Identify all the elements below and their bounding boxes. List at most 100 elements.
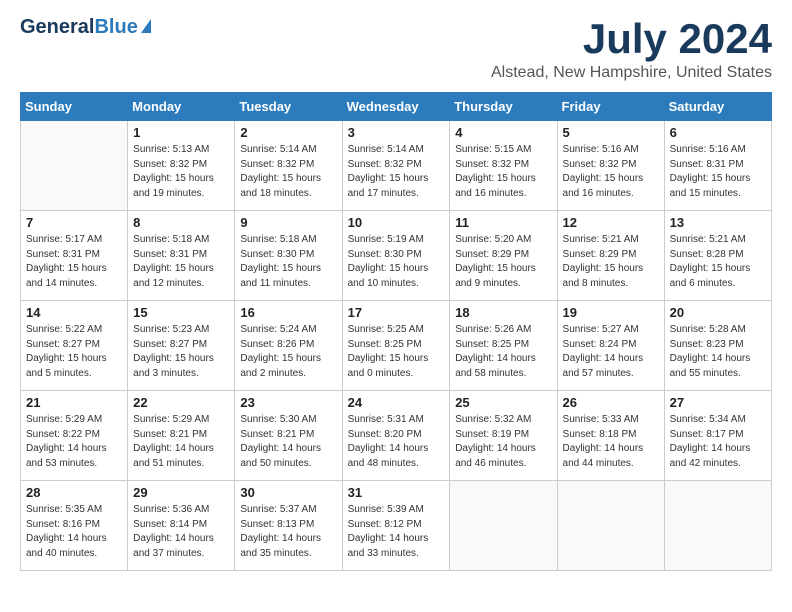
calendar-cell: 29Sunrise: 5:36 AM Sunset: 8:14 PM Dayli… — [128, 481, 235, 571]
day-info: Sunrise: 5:33 AM Sunset: 8:18 PM Dayligh… — [563, 413, 659, 471]
calendar-cell: 19 Sunrise: 5:27 AM Sunset: 8:24 PM Dayli… — [557, 301, 664, 391]
calendar-cell: 10 Sunrise: 5:19 AM Sunset: 8:30 PM Dayli… — [342, 211, 450, 301]
day-number: 5 — [563, 125, 659, 140]
day-number: 27 — [670, 395, 766, 410]
calendar-week-4: 21 Sunrise: 5:29 AM Sunset: 8:22 PM Dayli… — [21, 391, 772, 481]
day-info: Sunrise: 5:29 AM Sunset: 8:22 PM Dayligh… — [26, 413, 122, 471]
calendar-cell: 7 Sunrise: 5:17 AM Sunset: 8:31 PM Daylig… — [21, 211, 128, 301]
calendar-cell: 11 Sunrise: 5:20 AM Sunset: 8:29 PM Dayli… — [450, 211, 557, 301]
calendar-header-row: SundayMondayTuesdayWednesdayThursdayFrid… — [21, 93, 772, 121]
day-info: Sunrise: 5:24 AM Sunset: 8:26 PM Dayligh… — [240, 323, 336, 381]
day-number: 31 — [348, 485, 445, 500]
day-number: 20 — [670, 305, 766, 320]
day-info: Sunrise: 5:23 AM Sunset: 8:27 PM Dayligh… — [133, 323, 229, 381]
day-number: 15 — [133, 305, 229, 320]
calendar-header-sunday: Sunday — [21, 93, 128, 121]
calendar-cell — [557, 481, 664, 571]
day-info: Sunrise: 5:17 AM Sunset: 8:31 PM Dayligh… — [26, 233, 122, 291]
calendar-cell: 15 Sunrise: 5:23 AM Sunset: 8:27 PM Dayli… — [128, 301, 235, 391]
day-info: Sunrise: 5:20 AM Sunset: 8:29 PM Dayligh… — [455, 233, 551, 291]
calendar-cell: 13 Sunrise: 5:21 AM Sunset: 8:28 PM Dayli… — [664, 211, 771, 301]
calendar-cell: 28 Sunrise: 5:35 AM Sunset: 8:16 PM Dayli… — [21, 481, 128, 571]
day-number: 19 — [563, 305, 659, 320]
logo: GeneralBlue — [20, 16, 151, 39]
day-number: 23 — [240, 395, 336, 410]
day-info: Sunrise: 5:18 AM Sunset: 8:31 PM Dayligh… — [133, 233, 229, 291]
calendar-cell: 16Sunrise: 5:24 AM Sunset: 8:26 PM Dayli… — [235, 301, 342, 391]
day-number: 14 — [26, 305, 122, 320]
day-info: Sunrise: 5:13 AM Sunset: 8:32 PM Dayligh… — [133, 143, 229, 201]
calendar-week-1: 1 Sunrise: 5:13 AM Sunset: 8:32 PM Daylig… — [21, 121, 772, 211]
day-number: 17 — [348, 305, 445, 320]
day-number: 11 — [455, 215, 551, 230]
calendar-cell: 17 Sunrise: 5:25 AM Sunset: 8:25 PM Dayli… — [342, 301, 450, 391]
day-number: 21 — [26, 395, 122, 410]
day-number: 13 — [670, 215, 766, 230]
calendar-cell — [450, 481, 557, 571]
calendar-cell: 20 Sunrise: 5:28 AM Sunset: 8:23 PM Dayli… — [664, 301, 771, 391]
day-number: 22 — [133, 395, 229, 410]
calendar-cell: 27 Sunrise: 5:34 AM Sunset: 8:17 PM Dayli… — [664, 391, 771, 481]
day-info: Sunrise: 5:15 AM Sunset: 8:32 PM Dayligh… — [455, 143, 551, 201]
day-info: Sunrise: 5:19 AM Sunset: 8:30 PM Dayligh… — [348, 233, 445, 291]
calendar-cell: 22Sunrise: 5:29 AM Sunset: 8:21 PM Dayli… — [128, 391, 235, 481]
logo-text: GeneralBlue — [20, 16, 138, 39]
day-info: Sunrise: 5:34 AM Sunset: 8:17 PM Dayligh… — [670, 413, 766, 471]
calendar-header-monday: Monday — [128, 93, 235, 121]
day-number: 3 — [348, 125, 445, 140]
title-area: July 2024 Alstead, New Hampshire, United… — [491, 16, 772, 82]
calendar-cell: 25Sunrise: 5:32 AM Sunset: 8:19 PM Dayli… — [450, 391, 557, 481]
day-info: Sunrise: 5:28 AM Sunset: 8:23 PM Dayligh… — [670, 323, 766, 381]
calendar-cell: 8 Sunrise: 5:18 AM Sunset: 8:31 PM Daylig… — [128, 211, 235, 301]
calendar-cell: 2Sunrise: 5:14 AM Sunset: 8:32 PM Daylig… — [235, 121, 342, 211]
calendar-cell — [664, 481, 771, 571]
calendar-cell: 14 Sunrise: 5:22 AM Sunset: 8:27 PM Dayli… — [21, 301, 128, 391]
day-info: Sunrise: 5:27 AM Sunset: 8:24 PM Dayligh… — [563, 323, 659, 381]
day-number: 8 — [133, 215, 229, 230]
day-info: Sunrise: 5:37 AM Sunset: 8:13 PM Dayligh… — [240, 503, 336, 561]
calendar-header-wednesday: Wednesday — [342, 93, 450, 121]
day-number: 28 — [26, 485, 122, 500]
day-number: 24 — [348, 395, 445, 410]
day-info: Sunrise: 5:39 AM Sunset: 8:12 PM Dayligh… — [348, 503, 445, 561]
calendar-cell — [21, 121, 128, 211]
header: GeneralBlue July 2024 Alstead, New Hamps… — [20, 16, 772, 82]
calendar-header-saturday: Saturday — [664, 93, 771, 121]
day-number: 12 — [563, 215, 659, 230]
calendar-cell: 5 Sunrise: 5:16 AM Sunset: 8:32 PM Daylig… — [557, 121, 664, 211]
day-info: Sunrise: 5:21 AM Sunset: 8:29 PM Dayligh… — [563, 233, 659, 291]
calendar-cell: 21 Sunrise: 5:29 AM Sunset: 8:22 PM Dayli… — [21, 391, 128, 481]
day-info: Sunrise: 5:21 AM Sunset: 8:28 PM Dayligh… — [670, 233, 766, 291]
day-info: Sunrise: 5:35 AM Sunset: 8:16 PM Dayligh… — [26, 503, 122, 561]
day-number: 10 — [348, 215, 445, 230]
day-number: 29 — [133, 485, 229, 500]
calendar-cell: 18Sunrise: 5:26 AM Sunset: 8:25 PM Dayli… — [450, 301, 557, 391]
day-info: Sunrise: 5:22 AM Sunset: 8:27 PM Dayligh… — [26, 323, 122, 381]
calendar-cell: 3 Sunrise: 5:14 AM Sunset: 8:32 PM Daylig… — [342, 121, 450, 211]
month-year-title: July 2024 — [491, 16, 772, 62]
day-number: 6 — [670, 125, 766, 140]
calendar-cell: 23Sunrise: 5:30 AM Sunset: 8:21 PM Dayli… — [235, 391, 342, 481]
day-info: Sunrise: 5:14 AM Sunset: 8:32 PM Dayligh… — [348, 143, 445, 201]
day-info: Sunrise: 5:16 AM Sunset: 8:31 PM Dayligh… — [670, 143, 766, 201]
calendar-cell: 1 Sunrise: 5:13 AM Sunset: 8:32 PM Daylig… — [128, 121, 235, 211]
calendar-header-tuesday: Tuesday — [235, 93, 342, 121]
day-number: 30 — [240, 485, 336, 500]
day-info: Sunrise: 5:25 AM Sunset: 8:25 PM Dayligh… — [348, 323, 445, 381]
day-info: Sunrise: 5:18 AM Sunset: 8:30 PM Dayligh… — [240, 233, 336, 291]
calendar-week-5: 28 Sunrise: 5:35 AM Sunset: 8:16 PM Dayli… — [21, 481, 772, 571]
calendar-cell: 4 Sunrise: 5:15 AM Sunset: 8:32 PM Daylig… — [450, 121, 557, 211]
calendar-cell: 31 Sunrise: 5:39 AM Sunset: 8:12 PM Dayli… — [342, 481, 450, 571]
logo-triangle-icon — [141, 19, 151, 33]
day-number: 4 — [455, 125, 551, 140]
calendar-week-3: 14 Sunrise: 5:22 AM Sunset: 8:27 PM Dayli… — [21, 301, 772, 391]
day-number: 9 — [240, 215, 336, 230]
day-info: Sunrise: 5:16 AM Sunset: 8:32 PM Dayligh… — [563, 143, 659, 201]
day-number: 18 — [455, 305, 551, 320]
day-info: Sunrise: 5:14 AM Sunset: 8:32 PM Dayligh… — [240, 143, 336, 201]
day-number: 7 — [26, 215, 122, 230]
day-number: 1 — [133, 125, 229, 140]
calendar-cell: 24Sunrise: 5:31 AM Sunset: 8:20 PM Dayli… — [342, 391, 450, 481]
calendar-cell: 6 Sunrise: 5:16 AM Sunset: 8:31 PM Daylig… — [664, 121, 771, 211]
calendar-week-2: 7 Sunrise: 5:17 AM Sunset: 8:31 PM Daylig… — [21, 211, 772, 301]
